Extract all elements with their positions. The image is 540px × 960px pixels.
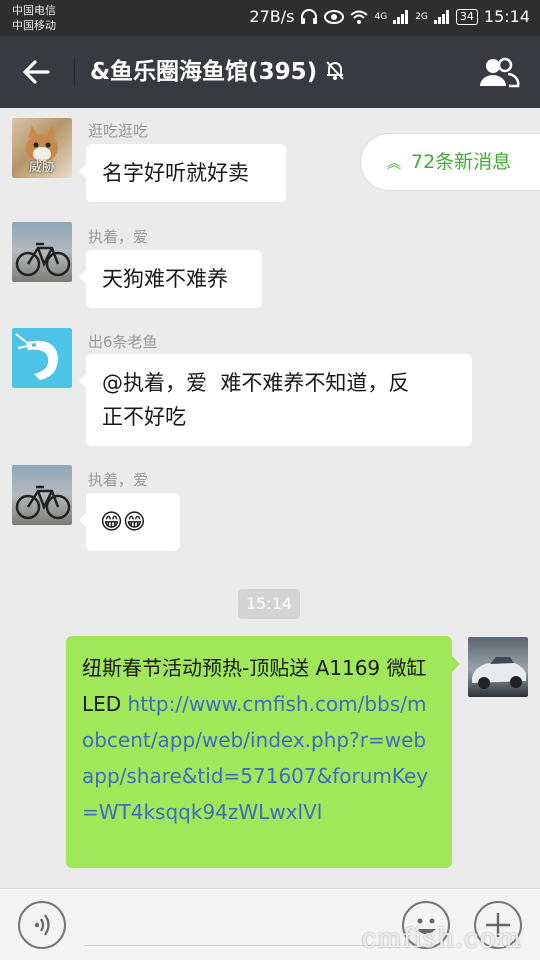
message-bubble[interactable]: 名字好听就好卖	[79, 144, 286, 202]
signal-2g-label: 2G	[415, 12, 428, 22]
sender-name: 执着，爱	[88, 471, 149, 489]
own-message-bubble[interactable]: 纽斯春节活动预热-顶贴送 A1169 微缸 LED http://www.cmf…	[66, 636, 460, 868]
message-text-line-2: 正不好吃	[102, 405, 186, 429]
sender-name: 逛吃逛吃	[88, 122, 149, 140]
sender-name: 出6条老鱼	[88, 333, 158, 351]
mute-bell-icon	[326, 61, 344, 80]
sender-name: 执着，爱	[88, 228, 149, 246]
message-bubble[interactable]: 😁😁	[79, 493, 180, 551]
bicycle-avatar-icon	[15, 242, 71, 277]
clock: 15:14	[483, 7, 530, 26]
status-icons: 27B/s 4G 2G 34 15:14	[249, 7, 530, 27]
battery-icon: 34	[455, 9, 478, 25]
message-text: 名字好听就好卖	[102, 161, 249, 185]
timestamp-chip: 15:14	[238, 589, 300, 619]
chat-header: &鱼乐圈海鱼馆(395)	[0, 36, 540, 108]
message-bubble[interactable]: @执着，爱 难不难养不知道，反 正不好吃	[79, 354, 472, 446]
carrier-2: 中国移动	[12, 19, 56, 32]
shrimp-avatar-icon	[15, 333, 58, 380]
avatar[interactable]	[12, 328, 72, 388]
bicycle-avatar-icon	[15, 485, 71, 520]
car-avatar-icon	[472, 657, 526, 689]
message-input[interactable]	[84, 945, 384, 946]
avatar[interactable]	[12, 222, 72, 282]
header-divider	[74, 58, 75, 86]
headphones-icon	[301, 9, 318, 24]
voice-icon	[34, 914, 50, 936]
carrier-info: 中国电信 中国移动	[12, 3, 56, 33]
grin-emoji: 😁😁	[100, 510, 146, 535]
chat-title-text: &鱼乐圈海鱼馆(395)	[90, 59, 318, 85]
avatar-caption: 威胁	[28, 160, 55, 175]
message-bubble[interactable]: 天狗难不难养	[79, 250, 262, 308]
network-speed: 27B/s	[249, 7, 295, 26]
message-link[interactable]: http://www.cmfish.com/bbs/mobcent/app/we…	[82, 692, 428, 824]
signal-4g-label: 4G	[374, 12, 388, 22]
signal-bars-2-icon	[433, 10, 450, 24]
chat-title: &鱼乐圈海鱼馆(395)	[90, 56, 347, 88]
message-text: 天狗难不难养	[102, 267, 228, 291]
group-members-icon[interactable]	[478, 54, 520, 90]
new-messages-button[interactable]: ︽ 72条新消息	[360, 133, 540, 191]
eye-icon	[324, 10, 345, 24]
double-chevron-up-icon: ︽	[387, 156, 401, 172]
voice-input-button[interactable]	[18, 901, 66, 949]
back-arrow-icon[interactable]	[18, 54, 54, 90]
message-text-line-1: @执着，爱 难不难养不知道，反	[102, 371, 410, 395]
input-bar: cmfish.com	[0, 888, 540, 960]
new-messages-label: 72条新消息	[411, 151, 512, 173]
signal-bars-icon	[393, 10, 409, 24]
avatar[interactable]	[12, 465, 72, 525]
avatar[interactable]: 威胁	[12, 118, 72, 178]
carrier-1: 中国电信	[12, 4, 56, 17]
watermark-logo: cmfish.com	[361, 924, 522, 954]
own-avatar[interactable]	[468, 637, 528, 697]
status-bar: 中国电信 中国移动 27B/s 4G 2G 34 15:14	[0, 0, 540, 36]
wifi-icon	[350, 10, 369, 24]
